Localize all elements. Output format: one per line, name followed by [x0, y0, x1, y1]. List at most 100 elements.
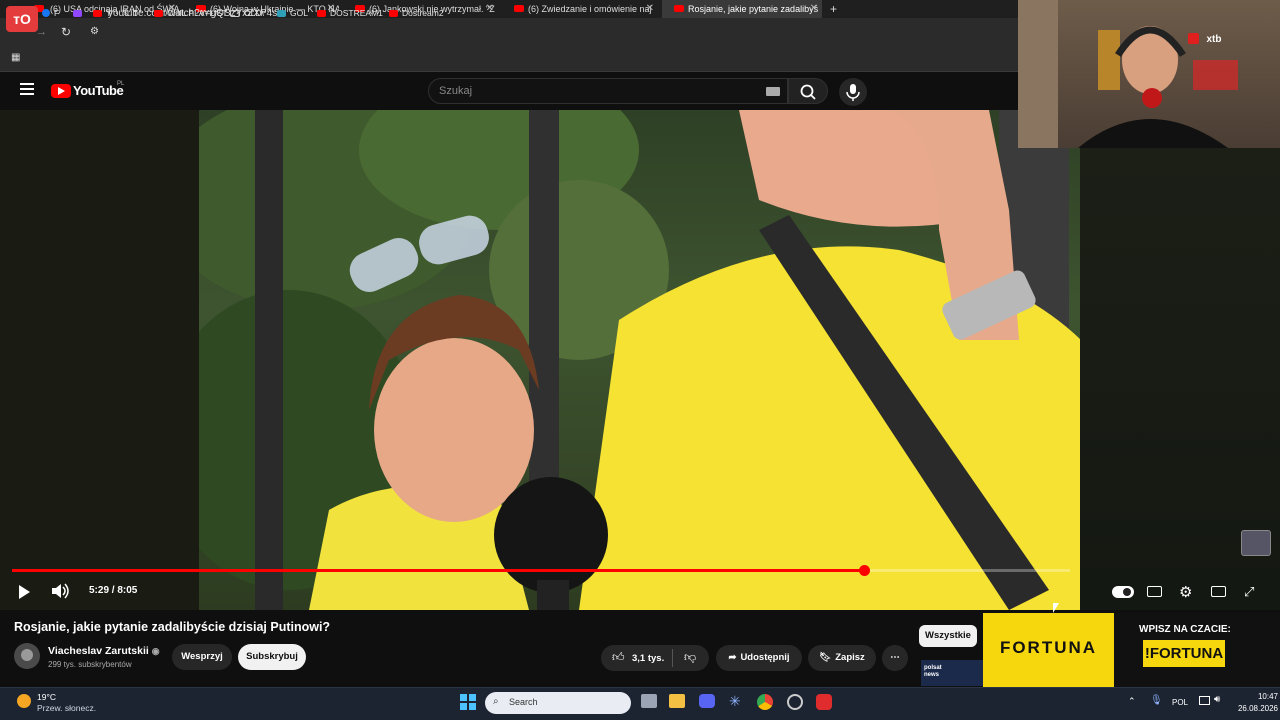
time-display: 5:29 / 8:05 [89, 585, 138, 596]
bookmark-twitch[interactable] [73, 8, 86, 18]
save-button[interactable]: 🔖︎ Zapisz [808, 645, 876, 671]
search-button[interactable] [788, 78, 828, 104]
youtube-icon [93, 10, 102, 17]
polsat-news-logo: polsat news [921, 660, 983, 686]
youtube-logo-icon[interactable] [51, 84, 71, 98]
twitch-icon [73, 10, 82, 17]
apps-grid-icon[interactable]: ▦ [11, 52, 20, 63]
play-icon[interactable] [19, 585, 30, 599]
tray-overflow-icon[interactable]: ⌃ [1128, 696, 1136, 707]
x-icon: 𝕏 [122, 8, 129, 18]
support-button[interactable]: Wesprzyj [172, 644, 232, 670]
new-tab-button[interactable]: + [830, 0, 837, 18]
settings-gear-icon[interactable]: ⚙ [1179, 583, 1192, 601]
share-button[interactable]: ➦ Udostępnij [716, 645, 802, 671]
more-actions-button[interactable]: ⋯ [882, 645, 908, 671]
youtube-icon [317, 10, 326, 17]
reload-icon[interactable]: ↻ [61, 25, 71, 39]
progress-bar[interactable] [12, 565, 1070, 576]
divider [672, 649, 673, 667]
mouse-cursor-icon [1053, 603, 1059, 613]
app-star-icon[interactable]: ✳ [729, 693, 741, 710]
more-icon: ⋯ [890, 652, 900, 663]
volume-tray-icon[interactable]: 🔊︎ [1214, 694, 1220, 705]
tray-mic-icon[interactable]: 🎙︎ [1150, 695, 1163, 706]
gol-icon [277, 10, 286, 17]
search-icon [800, 84, 816, 100]
discord-icon[interactable] [699, 694, 715, 708]
region-code: PL [117, 81, 125, 87]
youtube-logo-text[interactable]: YouTube [73, 83, 124, 98]
bookmark-gol[interactable]: GOL [277, 8, 308, 18]
thumbs-up-icon: 👍︎ [612, 650, 625, 664]
bookmark-chil-playlist[interactable]: CHIL PLAYLIST [154, 8, 227, 18]
tab-4[interactable]: (6) Zwiedzanie i omówienie naj ✕ [498, 0, 658, 18]
search-icon: ⌕ [493, 696, 499, 707]
bookmarks-bar [0, 46, 1018, 72]
progress-fill [12, 569, 864, 572]
bookmark-x[interactable]: 𝕏T [122, 8, 138, 19]
volume-icon[interactable] [51, 583, 71, 599]
bookmark-old[interactable]: OLD\ [230, 8, 264, 18]
taskbar-search-label: Search [509, 697, 538, 707]
address-bar [0, 18, 1018, 46]
webcam-image [1018, 0, 1238, 148]
verified-icon: ◉ [151, 646, 160, 656]
bookmark-youtube[interactable]: Y [93, 8, 112, 18]
taskbar [0, 687, 1280, 720]
filter-chip-all[interactable]: Wszystkie [919, 625, 977, 647]
close-icon[interactable]: ✕ [810, 0, 818, 18]
tab-5-active[interactable]: Rosjanie, jakie pytanie zadalibyś ✕ [662, 0, 822, 18]
video-frame[interactable] [199, 110, 1081, 610]
dislike-button[interactable]: 👎︎ [684, 650, 696, 665]
channel-watermark[interactable] [1241, 530, 1271, 556]
bookmark-facebook[interactable]: F [42, 8, 59, 18]
miniplayer-icon[interactable] [1211, 586, 1226, 597]
youtube-icon [154, 10, 163, 17]
xtb-sponsor: xtb [1188, 29, 1238, 45]
bookmark-dostream2[interactable]: Dostream2 [389, 8, 444, 18]
fullscreen-icon[interactable]: ⤢ [1244, 584, 1254, 600]
folder-icon [230, 10, 240, 17]
progress-scrubber[interactable] [858, 565, 870, 576]
autoplay-toggle[interactable] [1112, 586, 1134, 598]
promo-code: !FORTUNA [1143, 640, 1225, 667]
keyboard-language[interactable]: POL [1172, 698, 1188, 707]
weather-description[interactable]: Przew. słonecz. [37, 703, 96, 713]
site-settings-icon[interactable]: ⚙ [90, 26, 99, 37]
close-icon[interactable]: ✕ [646, 0, 654, 18]
youtube-favicon-icon [514, 5, 524, 12]
weather-sun-icon[interactable] [17, 694, 31, 708]
share-icon: ➦ [728, 652, 737, 663]
close-icon[interactable]: ✕ [486, 0, 494, 18]
clock-time[interactable]: 10:47 [1244, 692, 1278, 701]
microphone-icon [846, 84, 860, 101]
video-image [199, 110, 1081, 610]
taskbar-search[interactable] [485, 692, 631, 714]
promo-text: WPISZ NA CZACIE: [1139, 624, 1231, 635]
subtitles-icon[interactable] [1147, 586, 1162, 597]
network-icon[interactable] [1199, 696, 1210, 705]
subscriber-count: 299 tys. subskrybentów [48, 660, 132, 669]
tab-label: (6) Zwiedzanie i omówienie naj [528, 4, 652, 14]
clock-date[interactable]: 26.08.2026 [1228, 704, 1278, 713]
channel-name[interactable]: Viacheslav Zarutskii ◉ [48, 645, 160, 657]
menu-icon[interactable] [20, 83, 34, 95]
weather-temperature[interactable]: 19°C [37, 692, 56, 702]
task-view-icon[interactable] [641, 694, 657, 708]
webcam-overlay: xtb [1018, 0, 1280, 148]
channel-avatar[interactable] [14, 643, 40, 669]
like-button[interactable]: 👍︎ [612, 650, 625, 665]
obs-icon[interactable] [787, 694, 803, 710]
file-explorer-icon[interactable] [669, 694, 685, 708]
search-input[interactable] [428, 78, 788, 104]
app-red-icon[interactable] [816, 694, 832, 710]
windows-start-icon[interactable] [460, 694, 476, 710]
stream-logo: тO [6, 6, 38, 32]
voice-search-button[interactable] [839, 78, 867, 106]
keyboard-icon[interactable] [766, 87, 780, 96]
bookmark-dostream1[interactable]: DOSTREAM1 [317, 8, 383, 18]
chrome-icon[interactable] [757, 694, 773, 710]
subscribe-button[interactable]: Subskrybuj [238, 644, 306, 670]
xtb-logo-icon [1188, 33, 1199, 44]
